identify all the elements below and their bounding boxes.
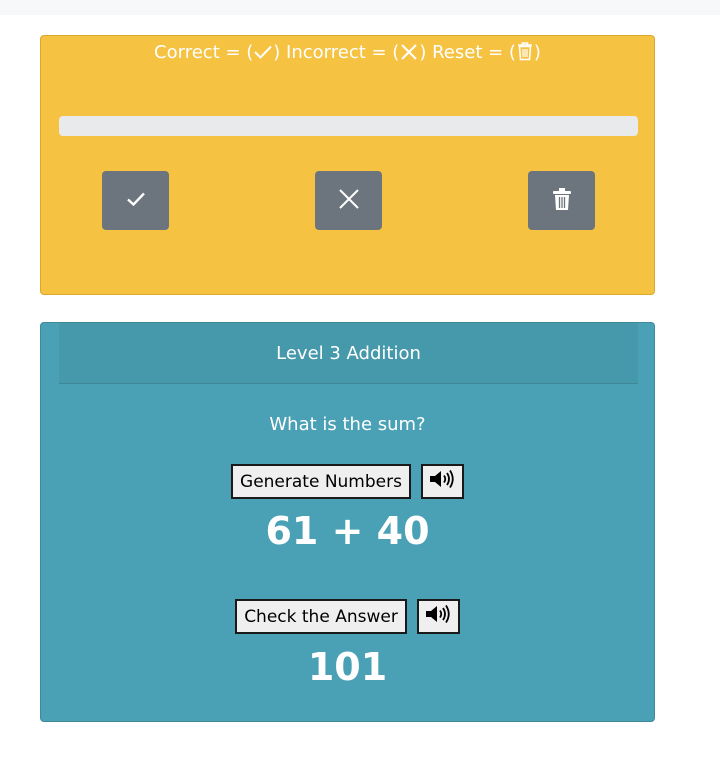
x-icon <box>338 188 360 214</box>
score-legend: Correct = ( ) Incorrect = ( ) Reset = () <box>41 41 654 68</box>
correct-button[interactable] <box>102 171 169 230</box>
speak-answer-button[interactable] <box>416 599 460 634</box>
progress-bar <box>59 116 638 136</box>
speak-problem-button[interactable] <box>420 464 464 499</box>
answer-display: 101 <box>307 645 388 689</box>
generate-row: Generate Numbers <box>41 464 654 499</box>
checkmark-icon <box>126 191 146 211</box>
math-problem: 61 + 40 <box>265 509 430 553</box>
top-bar <box>0 0 720 15</box>
legend-correct-text: Correct = ( <box>154 42 254 63</box>
check-row: Check the Answer <box>41 599 654 634</box>
check-answer-button[interactable]: Check the Answer <box>235 599 407 634</box>
legend-incorrect-text: ) Incorrect = ( <box>273 42 400 63</box>
incorrect-button[interactable] <box>315 171 382 230</box>
generate-numbers-button[interactable]: Generate Numbers <box>231 464 411 499</box>
speaker-icon <box>429 469 455 494</box>
question-text: What is the sum? <box>269 414 426 435</box>
quiz-title: Level 3 Addition <box>59 323 638 384</box>
speaker-icon <box>425 604 451 629</box>
reset-button[interactable] <box>528 171 595 230</box>
legend-close-paren: ) <box>533 42 541 63</box>
trash-icon <box>552 187 572 215</box>
legend-reset-text: ) Reset = ( <box>419 42 516 63</box>
x-icon <box>399 43 419 68</box>
trash-icon <box>516 41 534 68</box>
score-card: Correct = ( ) Incorrect = ( ) Reset = () <box>40 35 655 295</box>
quiz-card: Level 3 Addition What is the sum? Genera… <box>40 322 655 722</box>
checkmark-icon <box>253 43 273 68</box>
